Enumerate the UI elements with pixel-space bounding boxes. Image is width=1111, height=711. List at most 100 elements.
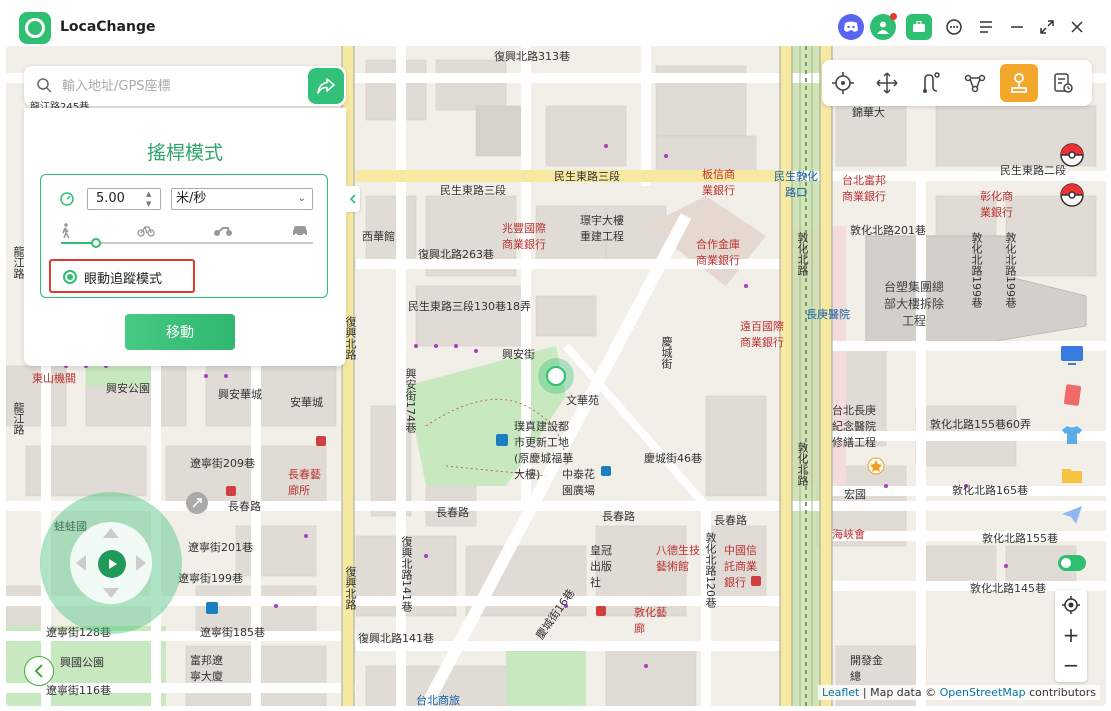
- map-label: 開發金總: [850, 654, 883, 683]
- attribution-tail: contributors: [1025, 686, 1096, 699]
- chat-icon[interactable]: [943, 16, 965, 38]
- chevron-left-icon: [34, 664, 43, 678]
- speedometer-icon: [60, 192, 74, 206]
- joystick-pad[interactable]: [70, 522, 152, 604]
- map-label: 文華苑: [566, 394, 599, 407]
- map-label: 遼寧街201巷: [188, 541, 253, 554]
- discord-icon[interactable]: [838, 14, 864, 40]
- map-label: 中國信託商業銀行: [724, 544, 757, 589]
- osm-link[interactable]: OpenStreetMap: [940, 686, 1026, 699]
- close-icon[interactable]: [1066, 16, 1088, 38]
- walk-icon[interactable]: [59, 223, 73, 243]
- map-label: 敦化藝廊: [634, 606, 667, 635]
- teleport-icon[interactable]: [824, 64, 862, 102]
- two-spot-icon[interactable]: [912, 64, 950, 102]
- play-icon: [109, 559, 117, 569]
- map-label: 長春路: [228, 500, 261, 513]
- eye-tracking-highlight: 眼動追蹤模式: [49, 259, 195, 293]
- joystick-resize-button[interactable]: [186, 492, 208, 514]
- collapse-panel-button[interactable]: [346, 186, 360, 212]
- map-label: 西華館: [362, 230, 395, 243]
- multi-spot-icon[interactable]: [868, 64, 906, 102]
- map-label: 兆豐國際商業銀行: [502, 222, 546, 251]
- map-label: 敦化北路165巷: [952, 484, 1028, 497]
- zoom-in-button[interactable]: +: [1055, 620, 1087, 650]
- map-label: 遼寧街199巷: [178, 572, 243, 585]
- map-label: 皇冠出版社: [590, 544, 612, 589]
- motorcycle-icon[interactable]: [213, 223, 233, 241]
- eye-tracking-radio[interactable]: [63, 270, 77, 284]
- map-label: 遠百國際商業銀行: [740, 320, 784, 349]
- joystick-mode-panel: 搖桿模式 5.00 ▲ ▼ 米/秒 ⌄ 眼動追蹤模式 移動: [24, 108, 346, 366]
- map-attribution: Leaflet | Map data © OpenStreetMap contr…: [817, 685, 1100, 700]
- map-label: 興國公園: [60, 656, 104, 669]
- bike-icon[interactable]: [137, 223, 155, 241]
- share-arrow-icon: [317, 78, 335, 94]
- minimize-icon[interactable]: [1006, 16, 1028, 38]
- shirt-icon[interactable]: [1057, 420, 1087, 450]
- map-label: 遼寧街185巷: [200, 626, 265, 639]
- mode-title: 搖桿模式: [146, 142, 223, 164]
- chevron-left-icon: [349, 194, 356, 204]
- map-label: 敦化北路199巷: [970, 232, 983, 308]
- unit-selected: 米/秒: [176, 191, 207, 206]
- map-label: 民生東路三段130巷18弄: [408, 300, 531, 313]
- map-label: 海峽會: [832, 528, 865, 541]
- map-label: 東山機關: [32, 372, 76, 385]
- map-label: 復興北路263巷: [418, 248, 494, 261]
- speed-input[interactable]: 5.00 ▲ ▼: [87, 188, 161, 210]
- search-icon: [37, 78, 52, 93]
- map-label: 龍江路: [12, 402, 25, 435]
- speed-stepper[interactable]: ▲ ▼: [146, 190, 158, 208]
- app-logo-icon: [19, 12, 51, 44]
- jump-icon[interactable]: [956, 64, 994, 102]
- locate-icon: [1062, 596, 1080, 614]
- locate-button[interactable]: [1055, 590, 1087, 620]
- menu-icon[interactable]: [975, 16, 997, 38]
- map-label: 遼寧街116巷: [46, 684, 111, 697]
- map-label: 興安華城: [218, 388, 262, 401]
- map-label: 台北商旅: [416, 694, 460, 706]
- history-icon[interactable]: [1044, 64, 1082, 102]
- map-label: 慶城街: [660, 336, 673, 369]
- joystick[interactable]: [40, 492, 182, 634]
- search-input[interactable]: [62, 76, 322, 96]
- map-label: 復興北路313巷: [494, 50, 570, 63]
- back-button[interactable]: [24, 656, 54, 686]
- map-label: 安華城: [290, 396, 323, 409]
- map-label: 復興北路141巷: [400, 536, 413, 612]
- map-label: 長春路: [714, 514, 747, 527]
- pokeball2-icon[interactable]: [1057, 180, 1087, 210]
- joystick-play-button[interactable]: [98, 550, 126, 578]
- pokeball-icon[interactable]: [1057, 140, 1087, 170]
- zoom-out-button[interactable]: −: [1055, 650, 1087, 680]
- map-label: 長春藝廊所: [288, 468, 321, 497]
- zoom-controls: + −: [1055, 590, 1087, 682]
- send-icon[interactable]: [1057, 500, 1087, 530]
- car-icon[interactable]: [291, 223, 309, 241]
- attribution-text: | Map data ©: [859, 686, 940, 699]
- search-go-button[interactable]: [308, 68, 344, 104]
- toolbox-icon[interactable]: [906, 14, 932, 40]
- speed-slider-thumb[interactable]: [91, 238, 102, 248]
- toggle-icon[interactable]: [1055, 548, 1089, 578]
- restore-icon[interactable]: [1036, 16, 1058, 38]
- map-label: 台塑集團總部大樓拆除工程: [884, 280, 945, 328]
- red-card-icon[interactable]: [1057, 380, 1087, 410]
- speed-slider[interactable]: [61, 238, 313, 248]
- move-button[interactable]: 移動: [125, 314, 235, 350]
- map-label: 復興北路141巷: [358, 632, 434, 645]
- unit-select[interactable]: 米/秒 ⌄: [171, 188, 313, 210]
- joystick-icon[interactable]: [1000, 64, 1038, 102]
- map-label: 台北富邦商業銀行: [842, 174, 886, 203]
- chevron-down-icon: ⌄: [297, 193, 306, 204]
- leaflet-link[interactable]: Leaflet: [822, 686, 859, 699]
- screen-icon[interactable]: [1057, 340, 1087, 370]
- current-location-marker[interactable]: [538, 358, 574, 394]
- map-label: 慶城街46巷: [644, 452, 702, 465]
- map-label: 復興北路: [344, 566, 357, 610]
- folder-icon[interactable]: [1057, 460, 1087, 490]
- map-label: 中泰花園廣場: [562, 468, 595, 497]
- map-label: 民生東路三段: [440, 184, 506, 197]
- map-label: 敦化北路199巷: [1004, 232, 1017, 308]
